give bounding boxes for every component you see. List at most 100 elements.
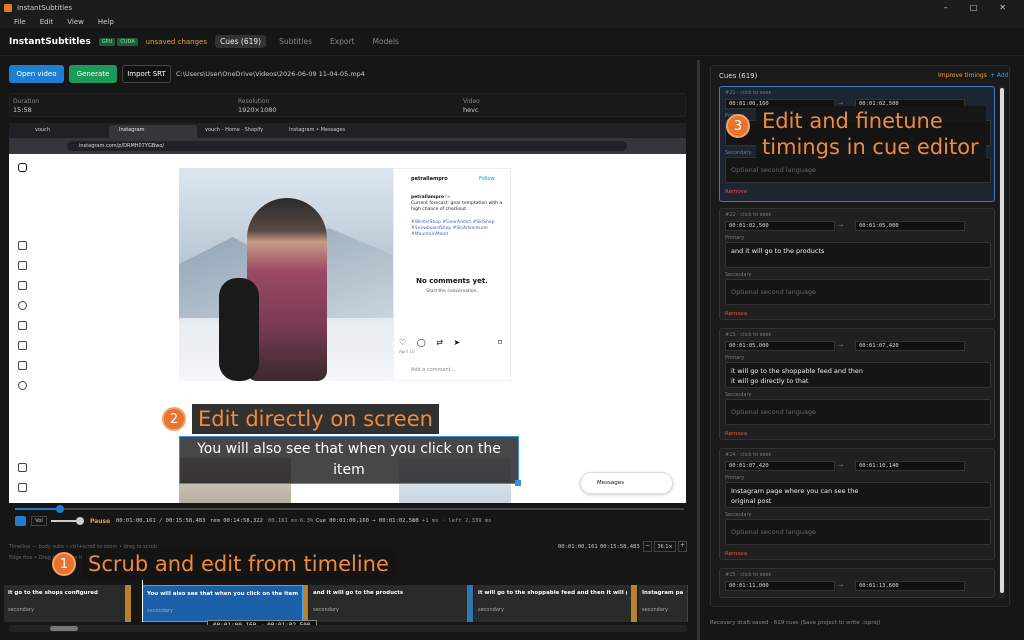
- zoom-out-button[interactable]: −: [643, 541, 652, 552]
- pause-label[interactable]: Pause: [90, 518, 110, 525]
- follow-button[interactable]: Follow: [479, 176, 495, 182]
- remove-cue-button[interactable]: Remove: [725, 431, 747, 437]
- open-video-button[interactable]: Open video: [9, 65, 64, 83]
- remove-cue-button[interactable]: Remove: [725, 189, 747, 195]
- file-path: C:\Users\User\OneDrive\Videos\2026-06-09…: [176, 70, 365, 78]
- cue-primary-textarea[interactable]: Instagram page where you can see the ori…: [725, 482, 991, 508]
- app-logo-icon: [4, 3, 12, 12]
- segment-edge-handle[interactable]: [125, 585, 131, 622]
- callout-number: 2: [162, 407, 186, 431]
- pane-divider[interactable]: [697, 60, 700, 640]
- cue-info: Cue 00:01:00,160 → 00:01:02,500: [316, 518, 419, 524]
- cue-primary-textarea[interactable]: and it will go to the products: [725, 242, 991, 268]
- segment-edge-handle[interactable]: [303, 585, 308, 622]
- subtitle-overlay-text[interactable]: You will also see that when you click on…: [197, 441, 501, 478]
- timeline-segment[interactable]: it go to the shops configured secondary: [4, 585, 131, 622]
- browser-tab-instagram-label: Instagram: [119, 127, 145, 133]
- cues-scrollbar-thumb[interactable]: [1000, 88, 1004, 593]
- video-codec-value: hevc: [463, 106, 479, 114]
- cue-primary-textarea[interactable]: it will go to the shoppable feed and the…: [725, 362, 991, 388]
- remove-cue-button[interactable]: Remove: [725, 311, 747, 317]
- bookmark-icon: ⌑: [498, 338, 503, 347]
- browser-tab-vouch: vouch: [35, 127, 51, 133]
- resolution-value: 1920×1080: [238, 106, 277, 114]
- tab-cues[interactable]: Cues (619): [215, 35, 267, 48]
- callout-text: Edit and finetune timings in cue editor: [756, 106, 986, 162]
- menu-bar: File Edit View Help: [0, 15, 1024, 28]
- video-preview[interactable]: vouch Instagram vouch - Home · Shopify I…: [9, 123, 686, 503]
- cue-end-input[interactable]: 00:01:05,000: [855, 221, 965, 231]
- callout-timeline: 1 Scrub and edit from timeline: [52, 549, 395, 579]
- cue-card[interactable]: #23 · click to seek 00:01:05,000 → 00:01…: [719, 328, 995, 440]
- subtitle-overlay-editor[interactable]: You will also see that when you click on…: [179, 436, 519, 484]
- playhead-time: 00:01:00,161 / 00:15:58,483: [116, 518, 206, 524]
- cue-card[interactable]: #25 · click to seek 00:01:11,000 → 00:01…: [719, 568, 995, 598]
- snowboard-shape: [219, 278, 259, 381]
- menu-icon: [18, 463, 27, 472]
- resize-handle[interactable]: [515, 480, 521, 486]
- segment-edge-handle[interactable]: [631, 585, 637, 622]
- timeline-scrollbar[interactable]: [9, 625, 687, 632]
- messages-button[interactable]: [580, 472, 673, 494]
- search-icon: [18, 301, 27, 310]
- timeline-segment-selected[interactable]: You will also see that when you click on…: [142, 585, 303, 622]
- menu-view[interactable]: View: [67, 18, 84, 26]
- tab-export[interactable]: Export: [325, 35, 360, 48]
- timeline-segment[interactable]: Instagram page w…secondary: [638, 585, 688, 622]
- cue-card[interactable]: #22 · click to seek 00:01:02,500 → 00:01…: [719, 208, 995, 320]
- play-toggle-button[interactable]: [15, 516, 26, 526]
- callout-screen: 2 Edit directly on screen: [162, 404, 439, 434]
- create-icon: [18, 341, 27, 350]
- cuda-badge: CUDA: [117, 37, 138, 46]
- dashboard-icon: [18, 361, 27, 370]
- status-bar: Recovery draft saved · 619 cues (Save pr…: [710, 620, 881, 626]
- cue-start-input[interactable]: 00:01:05,000: [725, 341, 835, 351]
- menu-help[interactable]: Help: [98, 18, 114, 26]
- zoom-in-button[interactable]: +: [678, 541, 687, 552]
- cue-start-input[interactable]: 00:01:07,420: [725, 461, 835, 471]
- cue-end-input[interactable]: 00:01:13,600: [855, 581, 965, 591]
- zoom-level[interactable]: 36.1×: [654, 541, 676, 552]
- post-date: April 10: [399, 349, 415, 354]
- callout-number: 3: [726, 114, 750, 138]
- seek-track[interactable]: [15, 508, 684, 510]
- volume-button[interactable]: Vol: [31, 516, 47, 526]
- close-window-button[interactable]: ✕: [999, 3, 1006, 12]
- generate-button[interactable]: Generate: [69, 65, 117, 83]
- menu-file[interactable]: File: [14, 18, 26, 26]
- add-cue-button[interactable]: + Add: [990, 72, 1009, 79]
- remove-cue-button[interactable]: Remove: [725, 551, 747, 557]
- home-icon: [18, 241, 27, 250]
- heart-icon: [18, 321, 27, 330]
- cue-secondary-textarea[interactable]: Optional second language: [725, 279, 991, 305]
- improve-timings-button[interactable]: Improve timings: [938, 72, 987, 79]
- segment-edge-handle[interactable]: [467, 585, 473, 622]
- volume-handle[interactable]: [76, 517, 84, 525]
- timeline-segment[interactable]: and it will go to the products secondary: [309, 585, 468, 622]
- maximize-button[interactable]: □: [970, 3, 978, 12]
- cue-start-input[interactable]: 00:01:11,000: [725, 581, 835, 591]
- seek-handle[interactable]: [56, 505, 64, 513]
- comment-input[interactable]: Add a comment...: [411, 367, 455, 373]
- cue-end-input[interactable]: 00:01:10,140: [855, 461, 965, 471]
- cue-end-input[interactable]: 00:01:07,420: [855, 341, 965, 351]
- tab-models[interactable]: Models: [368, 35, 404, 48]
- timeline-scrollbar-thumb[interactable]: [50, 626, 78, 631]
- gpu-badge: GPU: [98, 37, 116, 46]
- tab-subtitles[interactable]: Subtitles: [274, 35, 317, 48]
- cue-secondary-textarea[interactable]: Optional second language: [725, 519, 991, 545]
- timeline-segment[interactable]: it will go to the shoppable feed and the…: [474, 585, 632, 622]
- cue-start-input[interactable]: 00:01:02,500: [725, 221, 835, 231]
- import-srt-button[interactable]: Import SRT: [122, 65, 171, 83]
- minimize-button[interactable]: –: [944, 3, 948, 12]
- video-info-panel: [9, 93, 686, 117]
- cue-card[interactable]: #24 · click to seek 00:01:07,420 → 00:01…: [719, 448, 995, 560]
- rate-info: 00,161 ms: [268, 518, 298, 524]
- threads-icon: [18, 483, 27, 492]
- cue-offset-info: in +1 ms · left 2,339 ms: [412, 518, 492, 524]
- timeline-time-readout: 00:01:00,161: [558, 544, 598, 550]
- cue-secondary-textarea[interactable]: Optional second language: [725, 399, 991, 425]
- menu-edit[interactable]: Edit: [40, 18, 54, 26]
- cues-panel-title: Cues (619): [719, 72, 758, 80]
- send-icon: [18, 281, 27, 290]
